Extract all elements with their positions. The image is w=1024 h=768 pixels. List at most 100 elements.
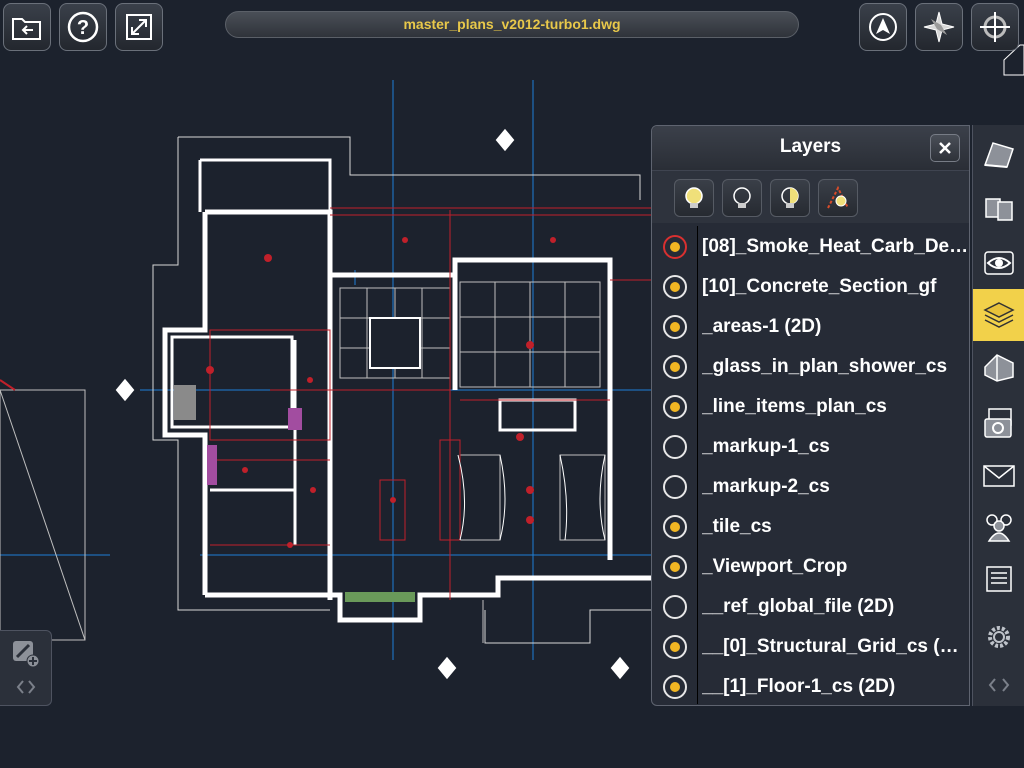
crosshair-icon — [980, 12, 1010, 42]
layer-row[interactable]: [08]_Smoke_Heat_Carb_Detector_cs — [652, 227, 969, 267]
layer-name: _areas-1 (2D) — [702, 316, 822, 337]
collapse-toolbar-button[interactable] — [973, 659, 1024, 711]
fullscreen-button[interactable] — [115, 3, 163, 51]
arrows-icon — [988, 678, 1009, 692]
navigate-button[interactable] — [859, 3, 907, 51]
house-icon — [983, 354, 1014, 382]
layer-visibility-toggle[interactable] — [663, 555, 687, 579]
layer-visibility-toggle[interactable] — [663, 475, 687, 499]
layer-name: __ref_global_file (2D) — [702, 596, 895, 617]
navigation-arrow-icon — [869, 13, 897, 41]
layouts-button[interactable] — [973, 183, 1024, 235]
layer-name: __[0]_Structural_Grid_cs (2D) — [702, 636, 969, 657]
layer-name: _Viewport_Crop — [702, 556, 848, 577]
all-on-bulb-icon — [685, 187, 703, 208]
markup-button[interactable] — [9, 639, 43, 669]
layer-row[interactable]: _markup-1_cs — [652, 427, 969, 467]
layer-row[interactable]: _areas-1 (2D) — [652, 307, 969, 347]
layer-visibility-toggle[interactable] — [663, 435, 687, 459]
layers-toolbar-button[interactable] — [973, 289, 1024, 341]
sheet-icon — [983, 142, 1014, 168]
snap-button[interactable] — [971, 3, 1019, 51]
all-off-bulb-icon — [733, 187, 751, 208]
open-file-button[interactable] — [3, 3, 51, 51]
layer-visibility-toggle[interactable] — [663, 395, 687, 419]
layer-visibility-toggle[interactable] — [663, 235, 687, 259]
layer-row[interactable]: _tile_cs — [652, 507, 969, 547]
layer-row[interactable]: _markup-2_cs — [652, 467, 969, 507]
layer-row[interactable]: _line_items_plan_cs — [652, 387, 969, 427]
print-button[interactable] — [973, 553, 1024, 605]
layer-row[interactable]: __[1]_Floor-1_cs (2D) — [652, 667, 969, 707]
markup-toolbar — [0, 630, 52, 706]
right-toolbar — [972, 125, 1024, 706]
folder-back-icon — [12, 18, 41, 40]
layer-tools — [652, 171, 969, 223]
snapshot-button[interactable] — [973, 397, 1024, 449]
layer-row[interactable]: __[0]_Structural_Grid_cs (2D) — [652, 627, 969, 667]
layer-color-button[interactable] — [818, 179, 858, 217]
printer-icon — [985, 566, 1012, 592]
layer-name: __[1]_Floor-1_cs (2D) — [702, 676, 896, 697]
layers-title: Layers — [779, 136, 842, 157]
layer-row[interactable]: [10]_Concrete_Section_gf — [652, 267, 969, 307]
layer-row[interactable]: _glass_in_plan_shower_cs — [652, 347, 969, 387]
layer-visible-dot — [670, 322, 680, 332]
layer-visible-dot — [670, 282, 680, 292]
question-icon: ? — [67, 11, 99, 43]
color-by-layer-icon — [827, 185, 849, 209]
layer-visible-dot — [670, 682, 680, 692]
layer-name: [08]_Smoke_Heat_Carb_Detector_cs — [702, 236, 969, 257]
help-button[interactable]: ? — [59, 3, 107, 51]
layer-visibility-toggle[interactable] — [663, 595, 687, 619]
layer-name: _line_items_plan_cs — [702, 396, 887, 417]
sheets-button[interactable] — [973, 129, 1024, 181]
expand-markup-button[interactable] — [12, 677, 40, 697]
layers-panel: Layers [08]_Smoke_Heat_Carb_Dete [10]_Co… — [651, 125, 970, 706]
all-layers-on-button[interactable] — [674, 179, 714, 217]
layer-visibility-toggle[interactable] — [663, 355, 687, 379]
layer-name: _tile_cs — [702, 516, 772, 537]
compass-star-icon — [923, 11, 955, 43]
layers-header: Layers — [652, 126, 969, 171]
settings-button[interactable] — [973, 611, 1024, 663]
layer-visibility-toggle[interactable] — [663, 315, 687, 339]
close-icon — [939, 142, 951, 154]
send-button[interactable] — [973, 449, 1024, 501]
layers-icon — [982, 302, 1015, 328]
all-layers-off-button[interactable] — [722, 179, 762, 217]
layer-visible-dot — [670, 562, 680, 572]
pencil-add-icon — [13, 641, 40, 668]
layer-name: _glass_in_plan_shower_cs — [702, 356, 948, 377]
arrows-icon — [16, 680, 36, 694]
people-icon — [985, 514, 1012, 542]
layer-visible-dot — [670, 402, 680, 412]
layer-row[interactable]: __ref_global_file (2D) — [652, 587, 969, 627]
envelope-icon — [982, 465, 1015, 487]
share-button[interactable] — [973, 501, 1024, 553]
layer-visibility-toggle[interactable] — [663, 275, 687, 299]
layer-visible-dot — [670, 362, 680, 372]
compass-button[interactable] — [915, 3, 963, 51]
gear-icon — [987, 626, 1010, 648]
layer-visibility-toggle[interactable] — [663, 635, 687, 659]
view-button[interactable] — [973, 237, 1024, 289]
toggle-layers-button[interactable] — [770, 179, 810, 217]
layer-visible-dot — [670, 242, 680, 252]
layer-visible-dot — [670, 522, 680, 532]
close-layers-button[interactable] — [930, 134, 960, 162]
layer-visibility-toggle[interactable] — [663, 515, 687, 539]
layer-name: _markup-2_cs — [702, 476, 830, 497]
svg-text:?: ? — [77, 17, 89, 39]
layer-name: _markup-1_cs — [702, 436, 830, 457]
layer-visible-dot — [670, 642, 680, 652]
layer-name: [10]_Concrete_Section_gf — [702, 276, 937, 297]
eye-icon — [983, 251, 1014, 275]
3d-model-button[interactable] — [973, 341, 1024, 393]
file-title: master_plans_v2012-turbo1.dwg — [225, 11, 799, 38]
layer-row[interactable]: _Viewport_Crop — [652, 547, 969, 587]
expand-icon — [126, 14, 152, 40]
layer-visibility-toggle[interactable] — [663, 675, 687, 699]
camera-icon — [983, 408, 1012, 438]
pages-icon — [984, 198, 1013, 221]
